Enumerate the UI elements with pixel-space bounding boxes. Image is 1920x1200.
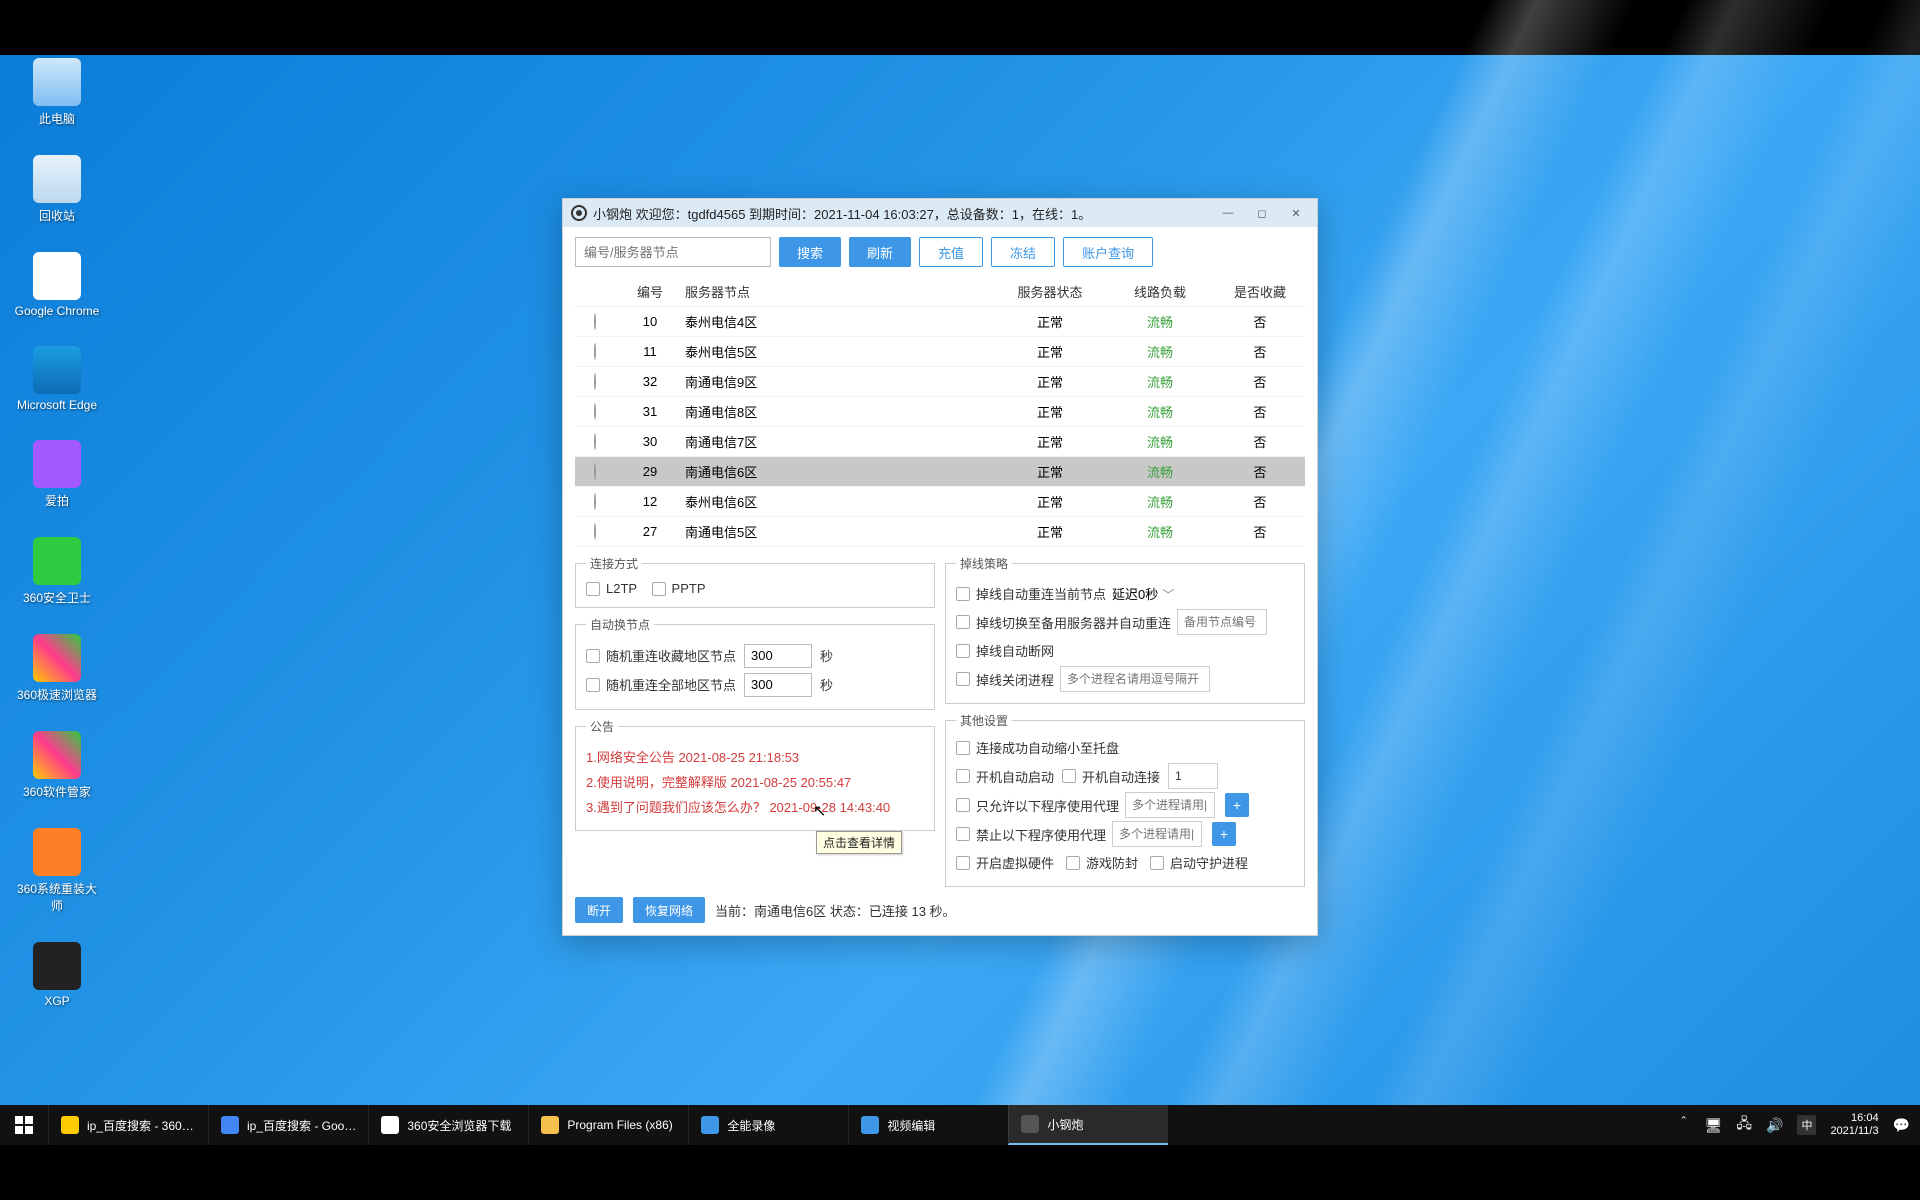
refresh-button[interactable]: 刷新 [849,237,911,267]
table-row[interactable]: 30南通电信7区 正常流畅否 [575,427,1305,457]
guard-process-checkbox[interactable]: 启动守护进程 [1150,853,1248,872]
taskbar-item[interactable]: Program Files (x86) [528,1105,688,1145]
desktop-icon[interactable]: 回收站 [12,155,102,224]
deny-checkbox[interactable]: 禁止以下程序使用代理 [956,825,1106,844]
deny-input[interactable] [1112,821,1202,847]
toolbar: 搜索 刷新 充值 冻结 账户查询 [563,227,1317,277]
table-row[interactable]: 27南通电信5区 正常流畅否 [575,517,1305,547]
titlebar[interactable]: 小钢炮 欢迎您：tgdfd4565 到期时间：2021-11-04 16:03:… [563,199,1317,227]
taskbar[interactable]: ip_百度搜索 - 360…ip_百度搜索 - Goo…360安全浏览器下载Pr… [0,1105,1920,1145]
table-row[interactable]: 31南通电信8区 正常流畅否 [575,397,1305,427]
ime-indicator[interactable]: 中 [1797,1115,1816,1135]
pptp-option[interactable]: PPTP [652,581,706,596]
table-row[interactable]: 32南通电信9区 正常流畅否 [575,367,1305,397]
drop-policy-group: 掉线策略 掉线自动重连当前节点 延迟0秒﹀ 掉线切换至备用服务器并自动重连 掉线… [945,555,1305,704]
auto-reconnect-checkbox[interactable]: 掉线自动重连当前节点 [956,584,1106,603]
virtual-hw-checkbox[interactable]: 开启虚拟硬件 [956,853,1054,872]
deny-add-button[interactable]: + [1212,822,1236,846]
tray-checkbox[interactable]: 连接成功自动缩小至托盘 [956,738,1119,757]
close-button[interactable]: ✕ [1279,202,1313,224]
auto-switch-group: 自动换节点 随机重连收藏地区节点 秒 随机重连全部地区节点 秒 [575,616,935,710]
notice-tooltip: 点击查看详情 [816,831,902,854]
notice-link[interactable]: 3.遇到了问题我们应该怎么办？ 2021-09-28 14:43:40 [586,797,924,816]
notice-link[interactable]: 1.网络安全公告 2021-08-25 21:18:53 [586,747,924,766]
allow-only-checkbox[interactable]: 只允许以下程序使用代理 [956,796,1119,815]
app-icon [571,205,587,221]
account-query-button[interactable]: 账户查询 [1063,237,1153,267]
taskbar-item[interactable]: 小钢炮 [1008,1105,1168,1145]
table-row[interactable]: 12泰州电信6区 正常流畅否 [575,487,1305,517]
taskbar-item[interactable]: 360安全浏览器下载 [368,1105,528,1145]
disconnect-button[interactable]: 断开 [575,897,623,923]
all-interval-input[interactable] [744,673,812,697]
desktop-icon[interactable]: Google Chrome [12,252,102,318]
close-process-input[interactable] [1060,666,1210,692]
tray-chevron-icon[interactable]: ＾ [1677,1115,1691,1135]
other-settings-group: 其他设置 连接成功自动缩小至托盘 开机自动启动 开机自动连接 只允许以下程序使用… [945,712,1305,887]
game-protect-checkbox[interactable]: 游戏防封 [1066,853,1138,872]
notifications-icon[interactable]: 💬 [1893,1117,1910,1134]
restore-network-button[interactable]: 恢复网络 [633,897,705,923]
switch-backup-checkbox[interactable]: 掉线切换至备用服务器并自动重连 [956,613,1171,632]
autostart-checkbox[interactable]: 开机自动启动 [956,767,1054,786]
random-fav-checkbox[interactable]: 随机重连收藏地区节点 [586,646,736,665]
monitor-icon[interactable]: 🖥 [1705,1117,1723,1134]
server-table: 编号 服务器节点 服务器状态 线路负载 是否收藏 10泰州电信4区 正常流畅否 … [575,277,1305,547]
freeze-button[interactable]: 冻结 [991,237,1055,267]
autoconnect-value[interactable] [1168,763,1218,789]
start-button[interactable] [0,1105,48,1145]
desktop-icon[interactable]: XGP [12,942,102,1008]
recharge-button[interactable]: 充值 [919,237,983,267]
system-tray[interactable]: ＾ 🖥 🖧 🔊 中 16:04 2021/11/3 💬 [1667,1105,1920,1145]
connection-status-text: 当前：南通电信6区 状态：已连接 13 秒。 [715,901,956,920]
allow-only-input[interactable] [1125,792,1215,818]
minimize-button[interactable]: — [1211,202,1245,224]
volume-icon[interactable]: 🔊 [1766,1117,1783,1134]
window-title: 小钢炮 欢迎您：tgdfd4565 到期时间：2021-11-04 16:03:… [593,204,1091,223]
desktop-icon[interactable]: 360安全卫士 [12,537,102,606]
network-icon[interactable]: 🖧 [1736,1113,1752,1137]
l2tp-option[interactable]: L2TP [586,581,637,596]
table-row[interactable]: 11泰州电信5区 正常流畅否 [575,337,1305,367]
backup-node-input[interactable] [1177,609,1267,635]
taskbar-item[interactable]: ip_百度搜索 - 360… [48,1105,208,1145]
desktop-icon[interactable]: Microsoft Edge [12,346,102,412]
desktop-icon[interactable]: 爱拍 [12,440,102,509]
notice-group: 公告 1.网络安全公告 2021-08-25 21:18:53 2.使用说明，完… [575,718,935,831]
autoconnect-checkbox[interactable]: 开机自动连接 [1062,767,1160,786]
desktop-icon[interactable]: 360系统重装大师 [12,828,102,914]
auto-disconnect-checkbox[interactable]: 掉线自动断网 [956,641,1054,660]
notice-link[interactable]: 2.使用说明，完整解释版 2021-08-25 20:55:47 [586,772,924,791]
maximize-button[interactable]: ◻ [1245,202,1279,224]
search-input[interactable] [575,237,771,267]
table-header: 编号 服务器节点 服务器状态 线路负载 是否收藏 [575,277,1305,307]
taskbar-item[interactable]: 全能录像 [688,1105,848,1145]
desktop-icon[interactable]: 360软件管家 [12,731,102,800]
table-row[interactable]: 10泰州电信4区 正常流畅否 [575,307,1305,337]
table-row[interactable]: 29南通电信6区 正常流畅否 [575,457,1305,487]
clock[interactable]: 16:04 2021/11/3 [1830,1112,1878,1138]
desktop-icon[interactable]: 此电脑 [12,58,102,127]
app-window: 小钢炮 欢迎您：tgdfd4565 到期时间：2021-11-04 16:03:… [562,198,1318,936]
fav-interval-input[interactable] [744,644,812,668]
desktop-icon[interactable]: 360极速浏览器 [12,634,102,703]
taskbar-item[interactable]: 视频编辑 [848,1105,1008,1145]
window-footer: 断开 恢复网络 当前：南通电信6区 状态：已连接 13 秒。 [575,897,1305,923]
random-all-checkbox[interactable]: 随机重连全部地区节点 [586,675,736,694]
latency-select[interactable]: 延迟0秒﹀ [1112,584,1174,603]
allow-add-button[interactable]: + [1225,793,1249,817]
connection-mode-group: 连接方式 L2TP PPTP [575,555,935,608]
search-button[interactable]: 搜索 [779,237,841,267]
taskbar-item[interactable]: ip_百度搜索 - Goo… [208,1105,368,1145]
desktop-icons: 此电脑回收站 Google Chrome Microsoft Edge 爱拍 360安全… [12,58,102,1036]
close-process-checkbox[interactable]: 掉线关闭进程 [956,670,1054,689]
